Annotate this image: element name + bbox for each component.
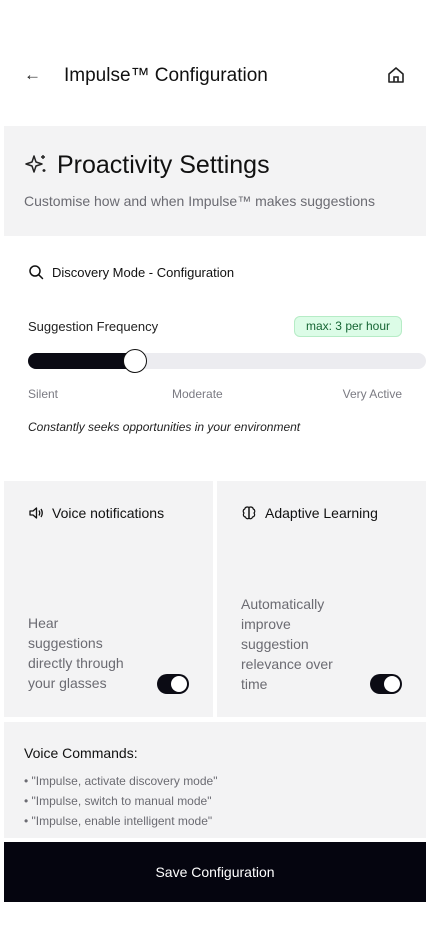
frequency-slider[interactable]: [28, 349, 426, 373]
page-title: Impulse™ Configuration: [64, 65, 268, 86]
slider-thumb[interactable]: [123, 349, 147, 373]
tick-moderate: Moderate: [172, 387, 223, 401]
desc-line: directly through: [28, 655, 124, 671]
card-title: Voice notifications: [52, 505, 165, 521]
voice-commands-panel: Voice Commands: • "Impulse, activate dis…: [4, 722, 426, 838]
voice-notifications-card: Voice notifications Hear suggestions dir…: [4, 481, 213, 717]
discovery-title: Discovery Mode - Configuration: [52, 265, 235, 280]
desc-line: relevance over: [241, 656, 333, 672]
desc-line: suggestion: [241, 636, 309, 652]
desc-line: your glasses: [28, 675, 107, 691]
card-description: Automatically improve suggestion relevan…: [241, 594, 351, 694]
section-subtitle: Customise how and when Impulse™ makes su…: [24, 193, 375, 209]
arrow-left-icon: ←: [24, 65, 41, 84]
desc-line: improve: [241, 616, 291, 632]
header: ← Impulse™ Configuration: [0, 56, 430, 96]
card-description: Hear suggestions directly through your g…: [28, 613, 138, 693]
adaptive-learning-toggle[interactable]: [370, 674, 402, 694]
frequency-label: Suggestion Frequency: [28, 319, 159, 334]
desc-line: Automatically: [241, 596, 325, 612]
section-title: Proactivity Settings: [57, 151, 270, 179]
search-icon: [29, 265, 44, 280]
desc-line: suggestions: [28, 635, 103, 651]
card-title: Adaptive Learning: [265, 505, 378, 521]
discovery-mode-panel: Discovery Mode - Configuration Suggestio…: [0, 250, 430, 450]
list-item: • "Impulse, switch to manual mode": [24, 794, 212, 808]
speaker-icon: [29, 507, 43, 519]
home-icon: [388, 67, 404, 83]
tick-very-active: Very Active: [342, 387, 402, 401]
desc-line: time: [241, 676, 268, 692]
adaptive-learning-card: Adaptive Learning Automatically improve …: [217, 481, 426, 717]
mode-description: Constantly seeks opportunities in your e…: [28, 420, 301, 434]
list-item: • "Impulse, enable intelligent mode": [24, 814, 213, 828]
tick-silent: Silent: [28, 387, 59, 401]
desc-line: Hear: [28, 615, 59, 631]
home-button[interactable]: [386, 65, 406, 85]
toggle-knob: [384, 676, 400, 692]
toggle-knob: [171, 676, 187, 692]
proactivity-hero: Proactivity Settings Customise how and w…: [4, 126, 426, 236]
max-frequency-badge: max: 3 per hour: [294, 316, 402, 337]
voice-notifications-toggle[interactable]: [157, 674, 189, 694]
brain-icon: [242, 506, 256, 520]
voice-commands-title: Voice Commands:: [24, 745, 138, 761]
sparkles-icon: [25, 155, 46, 173]
list-item: • "Impulse, activate discovery mode": [24, 774, 218, 788]
back-button[interactable]: ←: [24, 64, 46, 86]
save-configuration-button[interactable]: Save Configuration: [4, 842, 426, 902]
voice-commands-list: • "Impulse, activate discovery mode" • "…: [24, 771, 217, 831]
